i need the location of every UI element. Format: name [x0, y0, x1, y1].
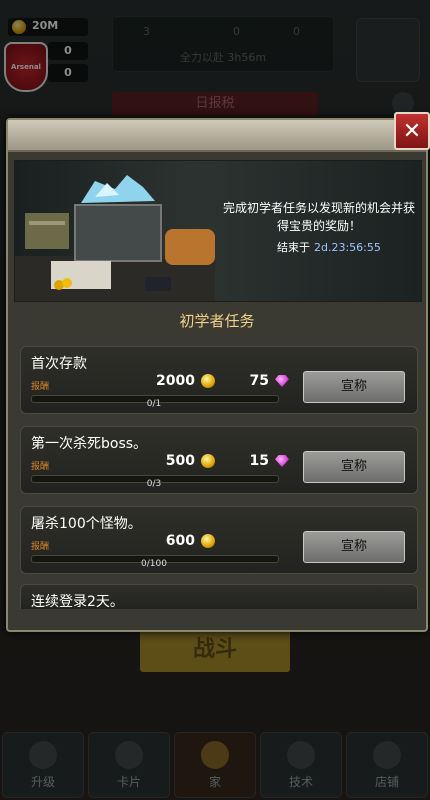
coin-icon: [201, 534, 215, 548]
reward-coins: 2000: [156, 373, 195, 389]
claim-button[interactable]: 宣称: [303, 531, 405, 563]
event-banner: 完成初学者任务以发现新的机会并获得宝贵的奖励！ 结束于 2d.23:56:55: [14, 160, 422, 302]
reward-gems: 15: [249, 453, 269, 469]
dialog-titlebar: [8, 120, 426, 152]
coin-icon: [201, 374, 215, 388]
gem-icon: [275, 455, 289, 467]
reward-coins: 500: [165, 453, 195, 469]
task-title: 首次存款: [31, 356, 87, 372]
close-button[interactable]: ✕: [394, 112, 430, 150]
progress-text: 0/100: [141, 559, 167, 569]
event-description: 完成初学者任务以发现新的机会并获得宝贵的奖励！: [222, 201, 415, 233]
task-title: 连续登录2天。: [31, 594, 124, 609]
progress-text: 0/3: [146, 479, 162, 489]
claim-button[interactable]: 宣称: [303, 451, 405, 483]
section-title: 初学者任务: [179, 312, 255, 330]
claim-button[interactable]: 宣称: [303, 371, 405, 403]
reward-gems: 75: [249, 373, 269, 389]
task-title: 第一次杀死boss。: [31, 436, 148, 452]
reward-label: 报酬: [31, 542, 50, 552]
task-card: 连续登录2天。: [20, 584, 418, 609]
coin-icon: [201, 454, 215, 468]
reward-label: 报酬: [31, 382, 50, 392]
reward-coins: 600: [165, 533, 195, 549]
reward-label: 报酬: [31, 462, 50, 472]
event-end-time: 结束于 2d.23:56:55: [277, 241, 381, 254]
task-card: 首次存款 报酬 2000 75 0/1 宣称: [20, 346, 418, 414]
gem-icon: [275, 375, 289, 387]
task-card: 屠杀100个怪物。 报酬 600 0/100 宣称: [20, 506, 418, 574]
task-title: 屠杀100个怪物。: [31, 516, 142, 532]
treasure-chest-illustration: [15, 175, 215, 301]
beginner-tasks-dialog: 完成初学者任务以发现新的机会并获得宝贵的奖励！ 结束于 2d.23:56:55 初…: [6, 118, 428, 632]
progress-text: 0/1: [146, 399, 162, 409]
task-card: 第一次杀死boss。 报酬 500 15 0/3 宣称: [20, 426, 418, 494]
close-icon: ✕: [402, 118, 422, 144]
